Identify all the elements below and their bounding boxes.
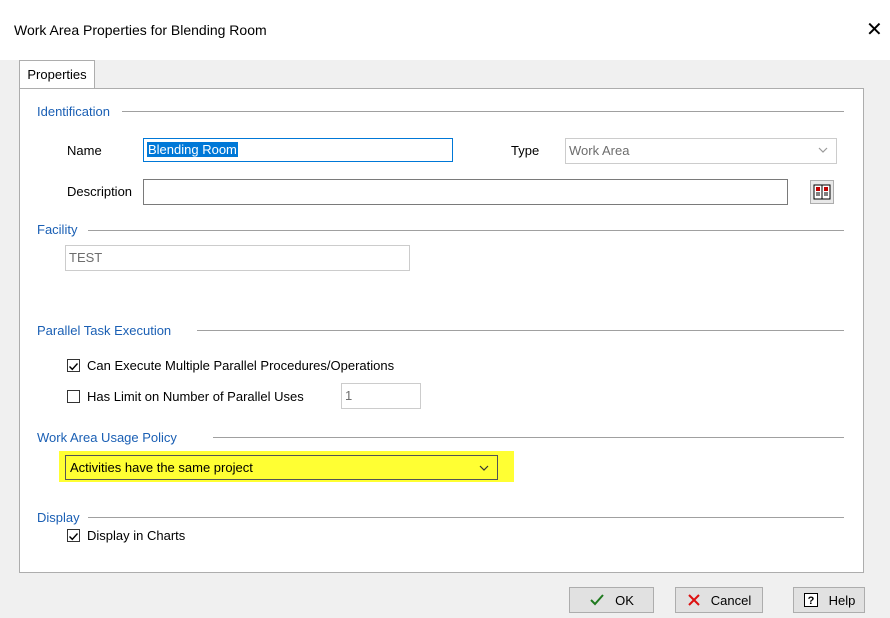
parallel-limit-checkbox[interactable]: [67, 390, 80, 403]
check-icon: [69, 533, 79, 541]
help-icon: ?: [803, 593, 818, 607]
identification-divider: [122, 111, 844, 112]
parallel-limit-label: Has Limit on Number of Parallel Uses: [87, 389, 304, 404]
parallel-section-title: Parallel Task Execution: [37, 323, 180, 338]
description-label: Description: [67, 184, 133, 199]
cancel-button[interactable]: Cancel: [675, 587, 763, 613]
window-title: Work Area Properties for Blending Room: [14, 22, 267, 38]
multi-parallel-label: Can Execute Multiple Parallel Procedures…: [87, 358, 395, 373]
name-label: Name: [67, 143, 102, 158]
chevron-down-icon: [818, 147, 828, 153]
description-field[interactable]: [143, 179, 788, 205]
facility-field[interactable]: TEST: [65, 245, 410, 271]
usage-section-title: Work Area Usage Policy: [37, 430, 185, 445]
display-section-title: Display: [37, 510, 88, 525]
type-select-value: Work Area: [569, 143, 630, 158]
type-label: Type: [511, 143, 540, 158]
svg-text:?: ?: [807, 595, 814, 607]
book-icon: [813, 184, 831, 200]
parallel-divider: [197, 330, 844, 331]
checkmark-icon: [590, 594, 604, 606]
ok-button-label: OK: [615, 592, 634, 608]
display-charts-label: Display in Charts: [87, 528, 186, 543]
description-editor-button[interactable]: [810, 180, 834, 204]
display-divider: [88, 517, 844, 518]
usage-policy-select[interactable]: Activities have the same project: [65, 455, 498, 480]
x-icon: [688, 594, 700, 606]
identification-section-title: Identification: [37, 104, 118, 119]
ok-button[interactable]: OK: [569, 587, 654, 613]
facility-section-title: Facility: [37, 222, 86, 237]
usage-divider: [213, 437, 844, 438]
close-icon[interactable]: ✕: [866, 17, 883, 42]
name-field[interactable]: Blending Room: [143, 138, 453, 162]
help-button[interactable]: ? Help: [793, 587, 865, 613]
cancel-button-label: Cancel: [710, 592, 752, 608]
display-charts-checkbox[interactable]: [67, 529, 80, 542]
usage-policy-value: Activities have the same project: [70, 460, 253, 475]
multi-parallel-checkbox[interactable]: [67, 359, 80, 372]
tab-properties[interactable]: Properties: [19, 60, 95, 88]
type-select[interactable]: Work Area: [565, 138, 837, 164]
help-button-label: Help: [828, 592, 856, 608]
parallel-limit-field[interactable]: 1: [341, 383, 421, 409]
check-icon: [69, 363, 79, 371]
chevron-down-icon: [479, 465, 489, 471]
name-field-value: Blending Room: [147, 142, 238, 157]
facility-divider: [88, 230, 844, 231]
